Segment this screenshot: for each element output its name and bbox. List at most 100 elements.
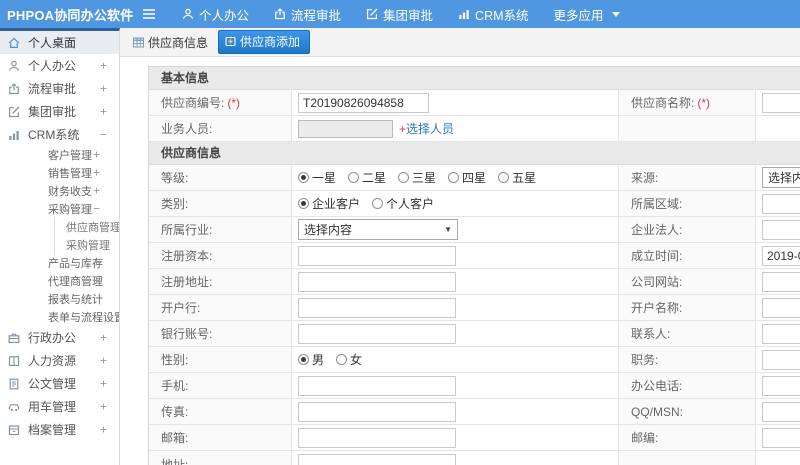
nav-item-personal-office[interactable]: 个人办公 [182,5,249,24]
region-input[interactable] [762,193,800,214]
nav-item-crm-system[interactable]: CRM系统 [458,5,529,24]
label-text: 邮编: [631,431,659,445]
sidebar-item-label: 采购管理 [48,204,92,216]
sidebar-item-personal-desktop[interactable]: 个人桌面 [0,31,119,54]
sidebar-item-label: 流程审批 [28,82,77,96]
label-text: 企业法人: [631,223,683,237]
contact-person-input[interactable] [762,323,800,344]
radio-icon [298,198,309,209]
qq-msn-input[interactable] [762,401,800,422]
required-marker: (*) [227,95,241,110]
field-cell: 男女 [292,347,619,372]
zip-code-input[interactable] [762,427,800,448]
nav-item-group-approval[interactable]: 集团审批 [366,5,433,24]
section-header: 基本信息 [149,67,800,90]
fax-input[interactable] [298,401,456,422]
label-text: 注册资本: [161,249,213,263]
sidebar-item-workflow-approval[interactable]: 流程审批 + [0,77,119,100]
registered-capital-input[interactable] [298,245,456,266]
sidebar-item-group-approval[interactable]: 集团审批 + [0,100,119,123]
business-staff-input[interactable] [298,119,393,138]
radio-icon [448,172,460,183]
bank-input[interactable] [298,297,456,318]
tab-supplier-add[interactable]: 供应商添加 [218,30,311,54]
sidebar-item-reports-stats[interactable]: 报表与统计 [0,290,119,308]
sidebar-item-purchase-mgmt[interactable]: 采购管理 − [0,200,119,218]
account-name-input[interactable] [762,297,800,318]
sidebar-item-form-flow-settings[interactable]: 表单与流程设置+ [0,308,119,326]
nav-item-more-apps[interactable]: 更多应用 [554,5,620,24]
field-cell [756,451,800,465]
radio-label: 企业客户 [312,197,361,211]
form-row: 类别: 企业客户 个人客户 所属区域: [149,191,800,217]
radio-label: 四星 [462,171,487,185]
label-text: 传真: [161,405,189,419]
level-radio-3[interactable]: 四星 [448,169,486,186]
field-label: 手机: [149,373,292,398]
sidebar-item-purchase-mgmt-sub[interactable]: 采购管理 [54,236,119,254]
job-title-input[interactable] [762,349,800,370]
sidebar-item-human-resources[interactable]: 人力资源 + [0,349,119,372]
select-person-link[interactable]: +选择人员 [399,120,454,137]
level-radio-2[interactable]: 三星 [398,169,436,186]
sidebar-item-archive-mgmt[interactable]: 档案管理 + [0,418,119,441]
supplier-no-input[interactable] [298,92,429,113]
form-row: 注册地址: 公司网站: [149,269,800,295]
field-cell [756,269,800,294]
source-select[interactable]: 选择内容▼ [762,167,800,188]
field-cell [756,116,800,141]
nav-item-workflow-approval[interactable]: 流程审批 [274,5,341,24]
menu-toggle-icon[interactable] [142,8,156,20]
radio-label: 个人客户 [386,197,435,211]
address-input[interactable] [298,454,456,465]
field-label: 办公电话: [619,373,756,398]
sidebar-item-supplier-mgmt[interactable]: 供应商管理 [54,218,119,236]
sidebar-item-agent-mgmt[interactable]: 代理商管理 + [0,272,119,290]
field-cell: 选择内容 ▼ [292,217,619,242]
sidebar-item-product-inventory[interactable]: 产品与库存 + [0,254,119,272]
industry-select[interactable]: 选择内容 ▼ [298,219,458,240]
sidebar-item-document-mgmt[interactable]: 公文管理 + [0,372,119,395]
gender-radio-1[interactable]: 女 [336,351,362,368]
supplier-name-input[interactable] [762,92,800,113]
radio-label: 男 [312,353,325,367]
tab-supplier-info[interactable]: 供应商信息 [133,34,208,51]
category-radio-1[interactable]: 个人客户 [372,195,434,212]
level-radio-1[interactable]: 二星 [348,169,386,186]
expand-plus-icon: + [99,81,107,96]
sidebar-item-vehicle-mgmt[interactable]: 用车管理 + [0,395,119,418]
bank-account-input[interactable] [298,323,456,344]
category-radio-0[interactable]: 企业客户 [298,195,360,212]
level-radio-0[interactable]: 一星 [298,169,336,186]
email-input[interactable] [298,427,456,448]
sidebar-item-finance-mgmt[interactable]: 财务收支 + [0,182,119,200]
sidebar-item-customer-mgmt[interactable]: 客户管理 + [0,146,119,164]
registered-address-input[interactable] [298,271,456,292]
established-date-input[interactable] [762,245,800,266]
company-website-input[interactable] [762,271,800,292]
sidebar-item-admin-office[interactable]: 行政办公 + [0,326,119,349]
sidebar-item-crm-system[interactable]: CRM系统 − [0,123,119,146]
label-text: 性别: [161,353,189,367]
label-text: 注册地址: [161,275,213,289]
gender-radio-0[interactable]: 男 [298,351,324,368]
form-row: 邮箱: 邮编: [149,425,800,451]
office-phone-input[interactable] [762,375,800,396]
field-cell: +选择人员 [292,116,619,141]
mobile-input[interactable] [298,375,456,396]
label-text: 邮箱: [161,431,189,445]
sidebar-item-sales-mgmt[interactable]: 销售管理 + [0,164,119,182]
level-radio-4[interactable]: 五星 [498,169,536,186]
home-icon [8,37,22,49]
chart-icon [458,8,470,20]
radio-label: 二星 [362,171,387,185]
sidebar-item-personal-office[interactable]: 个人办公 + [0,54,119,77]
field-label: 注册地址: [149,269,292,294]
car-icon [8,401,22,413]
legal-person-input[interactable] [762,219,800,240]
top-navbar: PHPOA协同办公软件 个人办公 流程审批 集团审批 CRM系统 更多应用 [0,0,800,28]
field-label [619,451,756,465]
field-label: 注册资本: [149,243,292,268]
field-label: 邮编: [619,425,756,450]
field-cell [292,451,619,465]
